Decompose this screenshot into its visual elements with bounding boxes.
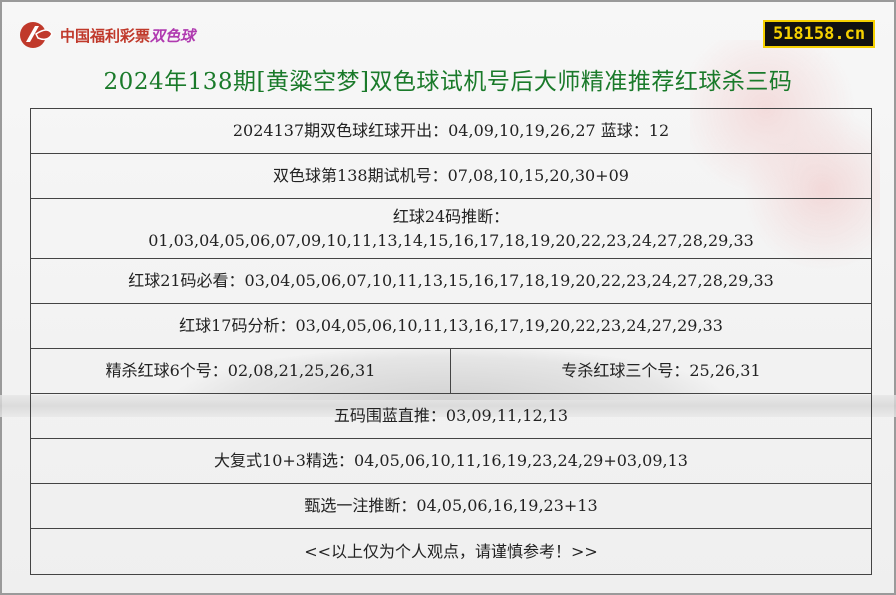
red-24-label: 红球24码推断：	[392, 206, 510, 226]
table-row: <<以上仅为个人观点，请谨慎参考！>>	[29, 528, 873, 575]
table-row: 2024137期双色球红球开出：04,09,10,19,26,27 蓝球：12	[29, 108, 873, 154]
red-24-cell: 红球24码推断： 01,03,04,05,06,07,09,10,11,13,1…	[29, 198, 873, 259]
disclaimer: <<以上仅为个人观点，请谨慎参考！>>	[29, 528, 873, 575]
lottery-logo-icon	[20, 22, 53, 48]
logo-text-cn: 中国福利彩票	[60, 26, 151, 45]
table-row: 甄选一注推断：04,05,06,16,19,23+13	[29, 483, 873, 529]
table-row: 精杀红球6个号：02,08,21,25,26,31 专杀红球三个号：25,26,…	[30, 348, 873, 394]
page-title: 2024年138期[黄粱空梦]双色球试机号后大师精准推荐红球杀三码	[103, 69, 793, 95]
big-compound: 大复式10+3精选：04,05,06,10,11,16,19,23,24,29+…	[29, 438, 873, 484]
lottery-logo: 中国福利彩票双色球	[18, 20, 195, 50]
recommendation-table: 2024137期双色球红球开出：04,09,10,19,26,27 蓝球：12 …	[29, 108, 873, 575]
last-draw-result: 2024137期双色球红球开出：04,09,10,19,26,27 蓝球：12	[29, 108, 873, 154]
single-pick: 甄选一注推断：04,05,06,16,19,23+13	[29, 483, 873, 529]
table-row: 五码围蓝直推：03,09,11,12,13	[29, 393, 873, 439]
table-row: 红球17码分析：03,04,05,06,10,11,13,16,17,19,20…	[29, 303, 873, 349]
red-17-numbers: 红球17码分析：03,04,05,06,10,11,13,16,17,19,20…	[29, 303, 873, 349]
table-row: 大复式10+3精选：04,05,06,10,11,16,19,23,24,29+…	[29, 438, 873, 484]
site-badge: 518158.cn	[763, 20, 875, 48]
table-row: 红球21码必看：03,04,05,06,07,10,11,13,15,16,17…	[29, 258, 873, 304]
red-21-numbers: 红球21码必看：03,04,05,06,07,10,11,13,15,16,17…	[29, 258, 873, 304]
table-row: 红球24码推断： 01,03,04,05,06,07,09,10,11,13,1…	[29, 198, 873, 259]
kill-red-3: 专杀红球三个号：25,26,31	[449, 348, 873, 394]
blue-5-numbers: 五码围蓝直推：03,09,11,12,13	[29, 393, 873, 439]
logo-text: 中国福利彩票双色球	[60, 25, 195, 46]
test-number: 双色球第138期试机号：07,08,10,15,20,30+09	[29, 153, 873, 199]
red-24-numbers: 01,03,04,05,06,07,09,10,11,13,14,15,16,1…	[148, 230, 754, 250]
logo-text-ssq: 双色球	[150, 26, 196, 45]
table-row: 双色球第138期试机号：07,08,10,15,20,30+09	[29, 153, 873, 199]
kill-red-6: 精杀红球6个号：02,08,21,25,26,31	[30, 348, 451, 394]
